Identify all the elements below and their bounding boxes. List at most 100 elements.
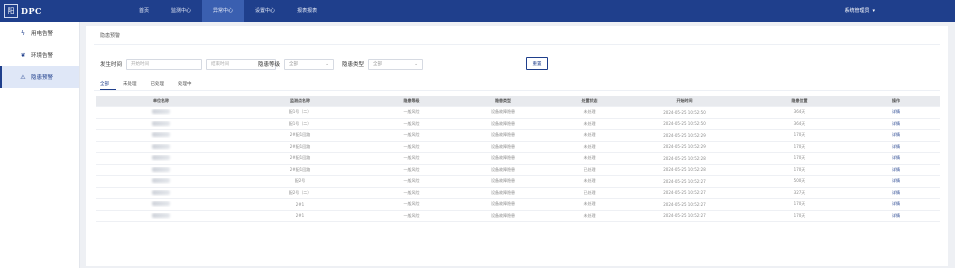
table-cell: 2024-05-25 10:52:50	[663, 109, 706, 115]
table-row: 2#1 一般风险 设备故障隐患 未处理 2024-05-25 10:52:27 170天 详…	[96, 211, 940, 222]
table-cell: 327天	[793, 189, 806, 195]
sidebar-item[interactable]: ⚠ 隐患预警	[0, 66, 79, 88]
tab[interactable]: 处理中	[171, 80, 199, 90]
table-cell: 设备故障隐患	[491, 166, 515, 172]
level-select[interactable]: 全部 ⌄	[284, 58, 335, 70]
tab[interactable]: 已处理	[144, 80, 172, 90]
table-row: 配2号 一般风险 设备故障隐患 未处理 2024-05-25 10:52:27 500天 详…	[96, 176, 940, 188]
table-cell: 设备故障隐患	[491, 212, 515, 218]
table-cell: 170天	[793, 166, 806, 172]
table-cell: 配2号（二）	[288, 189, 312, 195]
chevron-down-icon: ▾	[872, 8, 875, 14]
table-cell: 2024-05-25 10:52:29	[663, 144, 706, 150]
table-cell: 一般风险	[403, 120, 420, 126]
reset-button[interactable]: 重置	[526, 57, 548, 70]
time-filter: 发生时间 开始时间 结束时间	[100, 58, 277, 70]
divider	[94, 90, 940, 91]
sidebar-item-label: 环境告警	[31, 53, 54, 59]
table-cell: 2#配1回路	[289, 132, 311, 138]
redacted-text	[152, 109, 170, 115]
table-cell: 一般风险	[403, 189, 420, 195]
start-time-input[interactable]: 开始时间	[126, 58, 203, 70]
details-link[interactable]: 详情	[852, 190, 940, 196]
table-cell: 设备故障隐患	[491, 189, 515, 195]
table-cell: 未处理	[583, 178, 596, 184]
table-cell: 一般风险	[403, 201, 420, 207]
bolt-icon: ϟ	[21, 29, 25, 37]
top-navigation-bar: 阳 DPC 首页 监测中心 异常中心 设置中心 报表报表 系统管理员 ▾	[0, 0, 955, 22]
table-cell: 已处理	[583, 166, 596, 172]
unit-name-cell	[96, 120, 226, 127]
main-nav: 首页 监测中心 异常中心 设置中心 报表报表	[128, 0, 328, 22]
type-select[interactable]: 全部 ⌄	[368, 58, 424, 70]
nav-item[interactable]: 异常中心	[202, 0, 245, 22]
table-cell: 设备故障隐患	[491, 155, 515, 161]
logo[interactable]: 阳 DPC	[4, 3, 48, 19]
sidebar-item-label: 隐患预警	[31, 75, 54, 81]
content-panel: 隐患预警 发生时间 开始时间 结束时间 隐患等级 全部 ⌄ 隐患类型 全部 ⌄ 重置…	[86, 26, 948, 266]
table-cell: 364天	[793, 120, 806, 126]
details-link[interactable]: 详情	[852, 178, 940, 184]
table-cell: 2024-05-25 10:52:27	[663, 178, 706, 184]
logo-mark: 阳	[4, 4, 18, 18]
nav-item[interactable]: 设置中心	[244, 0, 286, 22]
table-cell: 未处理	[583, 201, 596, 207]
table-row: 配1号（二） 一般风险 设备故障隐患 未处理 2024-05-25 10:52:50 36…	[96, 107, 940, 119]
column-header: 隐患类型	[495, 98, 511, 103]
sidebar-item-label: 用电告警	[31, 31, 54, 37]
unit-name-cell	[96, 212, 226, 219]
unit-name-cell	[96, 143, 226, 150]
table-cell: 2024-05-25 10:52:28	[663, 155, 706, 161]
redacted-text	[152, 143, 170, 149]
table-row: 配1号（二） 一般风险 设备故障隐患 未处理 2024-05-25 10:52:50 36…	[96, 119, 940, 130]
details-link[interactable]: 详情	[852, 121, 940, 127]
sidebar-item[interactable]: ❦ 环境告警	[0, 44, 79, 66]
details-link[interactable]: 详情	[852, 155, 940, 161]
table-cell: 未处理	[583, 143, 596, 149]
table-row: 2#配1回路 一般风险 设备故障隐患 未处理 2024-05-25 10:52:28 17…	[96, 153, 940, 165]
table-cell: 2#配1回路	[289, 143, 311, 149]
redacted-text	[152, 201, 170, 207]
table-cell: 设备故障隐患	[491, 132, 515, 138]
nav-item[interactable]: 监测中心	[160, 0, 202, 22]
column-header: 隐患位置	[791, 98, 808, 103]
unit-name-cell	[96, 109, 226, 115]
sidebar: ϟ 用电告警 ❦ 环境告警 ⚠ 隐患预警	[0, 22, 80, 268]
sidebar-item[interactable]: ϟ 用电告警	[0, 22, 79, 44]
redacted-text	[152, 132, 170, 138]
unit-name-cell	[96, 189, 226, 196]
details-link[interactable]: 详情	[852, 144, 940, 150]
details-link[interactable]: 详情	[852, 213, 940, 219]
table-cell: 配1号（二）	[288, 120, 312, 126]
table-cell: 设备故障隐患	[491, 178, 515, 184]
nav-item[interactable]: 首页	[128, 0, 160, 22]
table-cell: 364天	[793, 109, 806, 115]
table-cell: 一般风险	[403, 109, 420, 115]
table-row: 2#配1回路 一般风险 设备故障隐患 已处理 2024-05-25 10:52:28 17…	[96, 165, 940, 176]
details-link[interactable]: 详情	[852, 167, 940, 173]
table-cell: 170天	[793, 201, 806, 207]
redacted-text	[152, 189, 170, 195]
table-cell: 2024-05-25 10:52:27	[663, 201, 706, 207]
redacted-text	[152, 212, 170, 218]
table-cell: 未处理	[583, 132, 596, 138]
type-filter: 隐患类型 全部 ⌄	[342, 58, 424, 70]
table-cell: 配1号（二）	[288, 109, 312, 115]
tab[interactable]: 未处理	[116, 80, 144, 90]
nav-item[interactable]: 报表报表	[286, 0, 328, 22]
table-row: 2#配1回路 一般风险 设备故障隐患 未处理 2024-05-25 10:52:29 17…	[96, 130, 940, 142]
table-cell: 一般风险	[403, 155, 420, 161]
level-filter-label: 隐患等级	[258, 62, 281, 68]
details-link[interactable]: 详情	[852, 109, 940, 115]
column-header: 处置状态	[581, 98, 598, 103]
table-cell: 2#配1回路	[289, 166, 311, 172]
user-menu[interactable]: 系统管理员 ▾	[844, 0, 875, 22]
tab[interactable]: 全部	[100, 80, 116, 90]
table-cell: 一般风险	[403, 166, 420, 172]
details-link[interactable]: 详情	[852, 201, 940, 207]
table-cell: 2024-05-25 10:52:27	[663, 190, 706, 196]
column-header: 监测点名称	[290, 98, 310, 103]
table-cell: 170天	[793, 143, 806, 149]
details-link[interactable]: 详情	[852, 132, 940, 138]
unit-name-cell	[96, 178, 226, 184]
